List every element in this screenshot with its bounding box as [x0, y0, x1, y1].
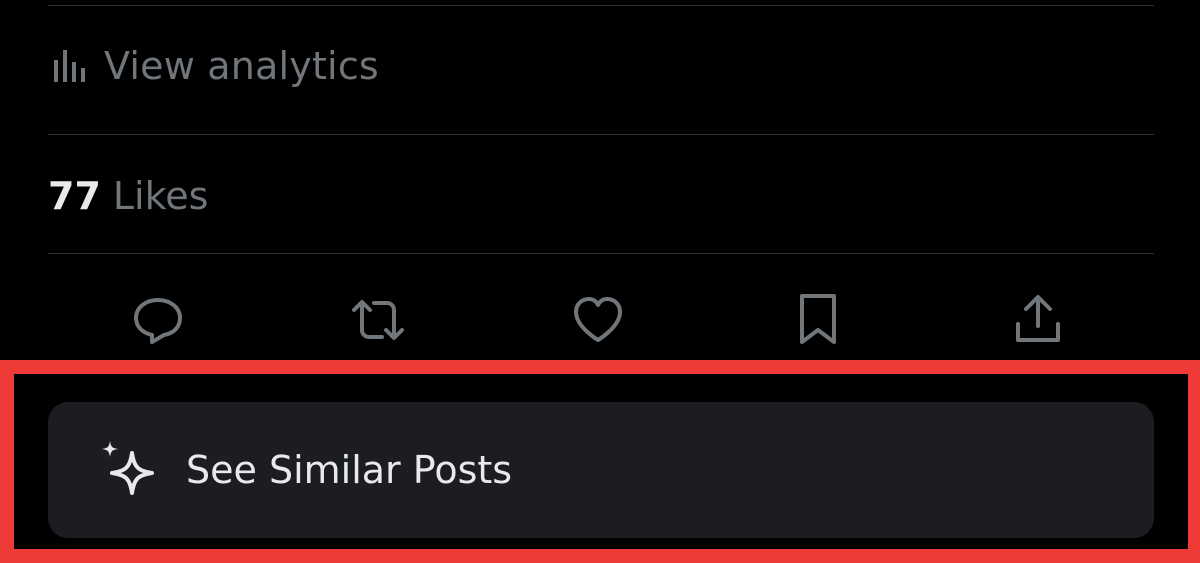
- share-button[interactable]: [1008, 290, 1068, 350]
- likes-label: Likes: [112, 174, 209, 218]
- divider-analytics: [48, 134, 1154, 135]
- share-upload-icon: [1012, 292, 1064, 348]
- heart-icon: [570, 294, 626, 346]
- reply-button[interactable]: [128, 290, 188, 350]
- repost-arrows-icon: [348, 292, 408, 348]
- likes-count: 77: [48, 174, 101, 218]
- repost-button[interactable]: [348, 290, 408, 350]
- bookmark-button[interactable]: [788, 290, 848, 350]
- speech-bubble-icon: [130, 292, 186, 348]
- view-analytics-label: View analytics: [104, 44, 379, 88]
- sparkle-icon: [98, 439, 160, 501]
- likes-count-link[interactable]: 77 Likes: [48, 168, 208, 224]
- divider-top: [48, 5, 1154, 6]
- see-similar-posts-button[interactable]: See Similar Posts: [48, 402, 1154, 538]
- divider-likes: [48, 253, 1154, 254]
- bookmark-icon: [794, 292, 842, 348]
- bar-chart-icon: [52, 46, 88, 86]
- see-similar-posts-label: See Similar Posts: [186, 448, 513, 492]
- like-button[interactable]: [568, 290, 628, 350]
- view-analytics-link[interactable]: View analytics: [52, 38, 379, 94]
